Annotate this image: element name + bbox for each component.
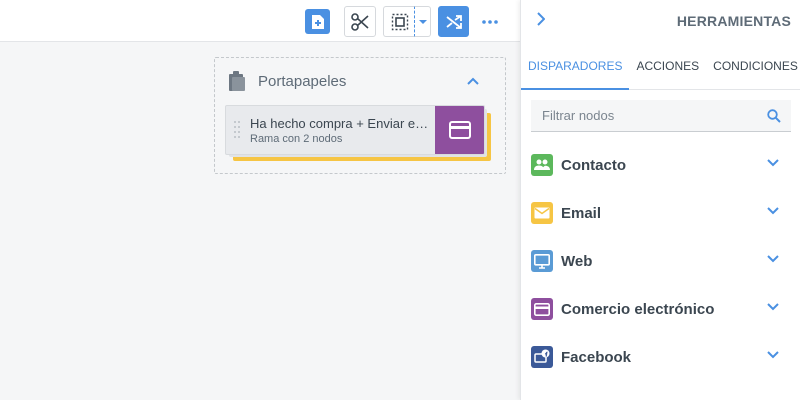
category-web[interactable]: Web bbox=[521, 237, 800, 285]
credit-card-icon bbox=[531, 298, 553, 320]
category-list: Contacto Email Web Comercio electrónico bbox=[521, 141, 800, 381]
new-node-button[interactable] bbox=[302, 6, 333, 37]
category-label: Email bbox=[561, 204, 602, 222]
chevron-right-icon bbox=[537, 12, 546, 26]
category-label: Web bbox=[561, 252, 593, 270]
clipboard-icon bbox=[229, 71, 245, 91]
tab-condiciones[interactable]: CONDICIONES bbox=[706, 50, 800, 90]
more-horizontal-icon bbox=[482, 19, 498, 24]
tab-disparadores[interactable]: DISPARADORES bbox=[521, 50, 630, 90]
category-label: Comercio electrónico bbox=[561, 300, 715, 318]
workflow-canvas[interactable]: Portapapeles Ha hecho compra + Enviar e…… bbox=[0, 0, 520, 400]
search-icon[interactable] bbox=[767, 108, 781, 123]
monitor-icon bbox=[531, 250, 553, 272]
category-email[interactable]: Email bbox=[521, 189, 800, 237]
category-comercio-electronico[interactable]: Comercio electrónico bbox=[521, 285, 800, 333]
filter-search-box bbox=[531, 100, 791, 132]
canvas-toolbar bbox=[0, 0, 520, 42]
clipboard-header: Portapapeles bbox=[227, 70, 346, 92]
category-contacto[interactable]: Contacto bbox=[521, 141, 800, 189]
clipboard-collapse-button[interactable] bbox=[467, 72, 479, 90]
people-icon bbox=[531, 154, 553, 176]
category-label: Facebook bbox=[561, 348, 632, 366]
clipboard-title: Portapapeles bbox=[258, 72, 347, 90]
tools-panel: HERRAMIENTAS DISPARADORES ACCIONES CONDI… bbox=[520, 0, 800, 400]
category-facebook[interactable]: Facebook bbox=[521, 333, 800, 381]
clipboard-panel: Portapapeles Ha hecho compra + Enviar e…… bbox=[214, 57, 506, 174]
tools-tabs: DISPARADORES ACCIONES CONDICIONES bbox=[521, 50, 800, 90]
node-title: Ha hecho compra + Enviar e… bbox=[250, 116, 429, 131]
facebook-icon bbox=[531, 346, 553, 368]
drag-handle-icon[interactable] bbox=[234, 120, 240, 140]
chevron-down-icon bbox=[767, 303, 779, 311]
envelope-icon bbox=[531, 202, 553, 224]
tab-acciones[interactable]: ACCIONES bbox=[629, 50, 706, 90]
chevron-down-icon bbox=[767, 207, 779, 215]
caret-down-icon bbox=[418, 19, 427, 24]
chevron-down-icon bbox=[767, 255, 779, 263]
panel-title: HERRAMIENTAS bbox=[676, 13, 791, 29]
category-label: Contacto bbox=[561, 156, 626, 174]
file-plus-icon bbox=[305, 9, 330, 34]
node-subtitle: Rama con 2 nodos bbox=[250, 133, 343, 145]
filter-nodes-input[interactable] bbox=[531, 100, 767, 131]
shuffle-button[interactable] bbox=[438, 6, 469, 37]
shuffle-icon bbox=[445, 14, 462, 29]
clipboard-node[interactable]: Ha hecho compra + Enviar e… Rama con 2 n… bbox=[225, 105, 485, 155]
tools-panel-header: HERRAMIENTAS bbox=[521, 0, 800, 42]
more-button[interactable] bbox=[476, 6, 504, 37]
cut-button[interactable] bbox=[344, 6, 376, 37]
chevron-down-icon bbox=[767, 159, 779, 167]
select-area-button[interactable] bbox=[383, 6, 415, 37]
collapse-panel-button[interactable] bbox=[537, 12, 546, 31]
scissors-icon bbox=[351, 12, 369, 31]
chevron-down-icon bbox=[767, 351, 779, 359]
select-area-icon bbox=[391, 13, 408, 30]
select-mode-dropdown[interactable] bbox=[414, 6, 431, 37]
chevron-up-icon bbox=[467, 77, 479, 85]
credit-card-icon bbox=[435, 106, 484, 154]
